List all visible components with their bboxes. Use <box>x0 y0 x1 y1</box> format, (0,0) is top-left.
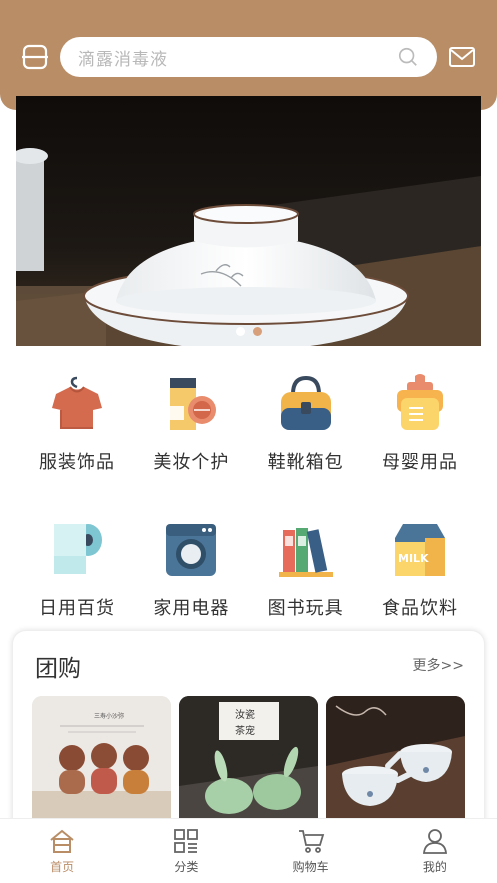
carousel-indicator <box>16 327 481 336</box>
search-icon[interactable] <box>397 46 419 68</box>
category-label: 图书玩具 <box>267 598 344 619</box>
product-image: 汝瓷 茶宠 <box>179 696 318 836</box>
tissue-roll-icon <box>54 524 102 574</box>
clothing-icon <box>52 376 102 429</box>
carousel-dot[interactable] <box>235 327 245 336</box>
category-grid: 服装饰品 美妆个护 鞋靴箱包 母婴用品 日用百货 家用电器 图书玩具 MILK … <box>20 372 477 620</box>
svg-text:茶宠: 茶宠 <box>235 724 255 737</box>
header: 滴露消毒液 <box>0 0 497 110</box>
search-input[interactable]: 滴露消毒液 <box>78 45 397 70</box>
category-label: 鞋靴箱包 <box>267 452 344 473</box>
grid-icon <box>174 829 199 853</box>
svg-text:MILK: MILK <box>398 552 429 565</box>
home-icon <box>50 829 74 853</box>
tab-profile[interactable]: 我的 <box>373 819 497 883</box>
category-daily[interactable]: 日用百货 <box>20 518 134 620</box>
category-clothing[interactable]: 服装饰品 <box>20 372 134 474</box>
user-icon <box>422 829 447 854</box>
cosmetics-icon <box>170 378 217 430</box>
category-baby[interactable]: 母婴用品 <box>363 372 477 474</box>
category-label: 母婴用品 <box>381 452 458 473</box>
tab-category[interactable]: 分类 <box>124 819 248 883</box>
svg-text:三寿小沙弥: 三寿小沙弥 <box>94 712 124 720</box>
page: 滴露消毒液 服装饰品 美妆个护 鞋靴箱包 母婴用品 日用百货 家用电器 图书玩具… <box>0 0 497 883</box>
tab-cart[interactable]: 购物车 <box>249 819 373 883</box>
tab-label: 首页 <box>50 860 75 874</box>
washing-machine-icon <box>166 524 217 576</box>
category-books[interactable]: 图书玩具 <box>249 518 363 620</box>
category-label: 日用百货 <box>39 598 115 619</box>
message-icon[interactable] <box>447 42 477 72</box>
milk-carton-icon: MILK <box>394 524 445 576</box>
tab-label: 我的 <box>422 860 447 874</box>
product-image: 三寿小沙弥 <box>32 696 171 836</box>
category-food[interactable]: MILK 食品饮料 <box>363 518 477 620</box>
category-label: 服装饰品 <box>39 452 115 473</box>
tab-label: 分类 <box>174 860 199 874</box>
bag-icon <box>280 375 331 430</box>
group-item[interactable]: 三寿小沙弥 <box>32 696 171 836</box>
category-cosmetics[interactable]: 美妆个护 <box>134 372 248 474</box>
books-icon <box>278 528 333 577</box>
cart-icon <box>298 830 324 853</box>
section-title: 团购 <box>35 656 81 682</box>
group-item[interactable]: 汝瓷 茶宠 <box>179 696 318 836</box>
search-bar[interactable]: 滴露消毒液 <box>60 37 437 77</box>
category-label: 美妆个护 <box>153 452 230 473</box>
category-bags[interactable]: 鞋靴箱包 <box>249 372 363 474</box>
baby-bottle-icon <box>396 374 443 430</box>
tab-home[interactable]: 首页 <box>0 819 124 883</box>
svg-text:汝瓷: 汝瓷 <box>235 708 255 721</box>
bottom-tab-bar: 首页 分类 购物车 我的 <box>0 818 497 883</box>
product-image <box>326 696 465 836</box>
more-link[interactable]: 更多>> <box>413 655 464 675</box>
carousel-dot[interactable] <box>252 327 262 336</box>
banner-image <box>16 96 481 346</box>
category-label: 家用电器 <box>153 598 230 619</box>
tab-label: 购物车 <box>292 860 329 874</box>
scan-icon[interactable] <box>20 42 50 72</box>
category-label: 食品饮料 <box>381 598 458 619</box>
group-item[interactable] <box>326 696 465 836</box>
category-appliance[interactable]: 家用电器 <box>134 518 248 620</box>
banner-carousel[interactable] <box>16 96 481 346</box>
